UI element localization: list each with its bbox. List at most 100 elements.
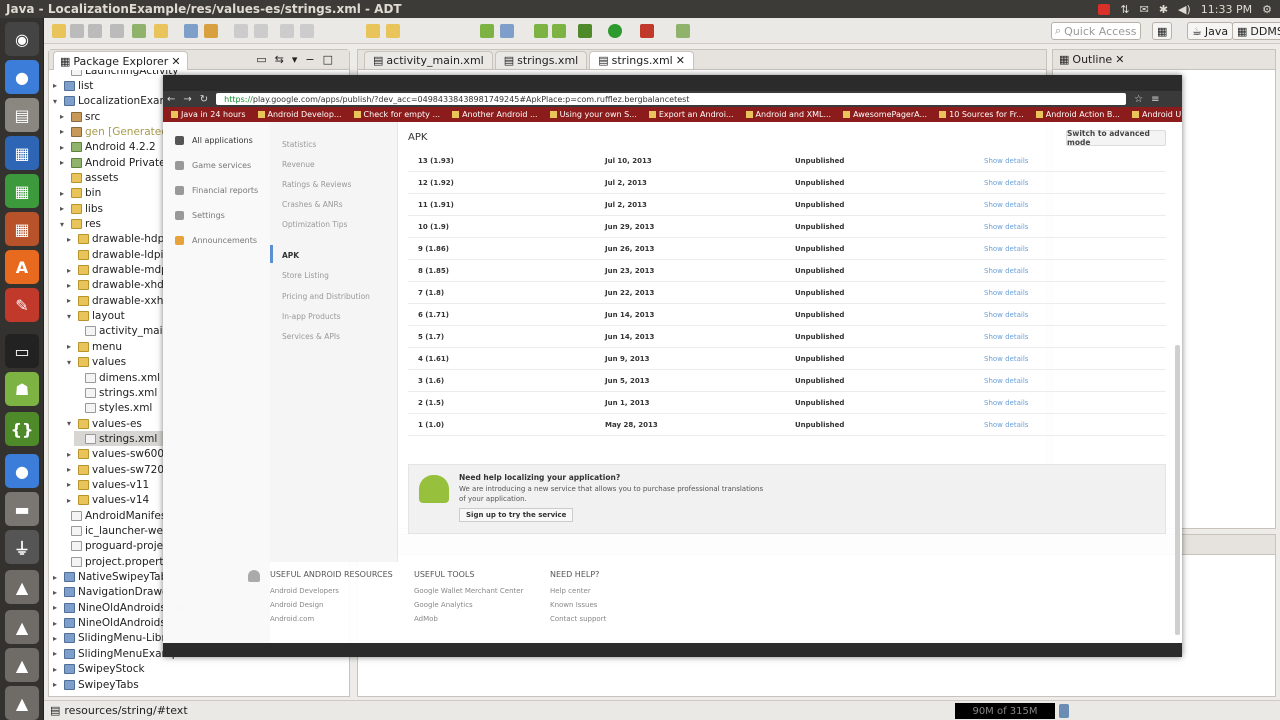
avd-manager-icon[interactable]: [552, 24, 566, 38]
external-tools-icon[interactable]: [640, 24, 654, 38]
tree-item[interactable]: styles.xml: [74, 401, 152, 416]
footer-link[interactable]: AdMob: [414, 615, 523, 623]
twisty-icon[interactable]: ▸: [67, 465, 75, 474]
tree-item[interactable]: LaunchingActivity: [60, 70, 179, 78]
twisty-icon[interactable]: ▾: [53, 97, 61, 106]
perspective-ddms[interactable]: ▦ DDMS: [1232, 22, 1280, 40]
bookmark-item[interactable]: AwesomePagerA...: [843, 110, 927, 119]
footer-link[interactable]: Known Issues: [550, 601, 606, 609]
clock[interactable]: 11:33 PM: [1201, 3, 1252, 16]
show-details-link[interactable]: Show details: [984, 245, 1028, 253]
tree-item[interactable]: ▸ NativeSwipeyTab: [53, 570, 167, 585]
bookmark-item[interactable]: Export an Androi...: [649, 110, 734, 119]
section-nav-item[interactable]: Services & APIs: [282, 332, 340, 341]
open-perspective-button[interactable]: ▦: [1152, 22, 1173, 40]
tree-item[interactable]: strings.xml: [74, 385, 157, 400]
tree-item[interactable]: ▾ res: [60, 217, 101, 232]
section-nav-item[interactable]: Ratings & Reviews: [282, 180, 351, 189]
sdk-manager-icon[interactable]: [534, 24, 548, 38]
twisty-icon[interactable]: ▸: [53, 588, 61, 597]
footer-link[interactable]: Google Analytics: [414, 601, 523, 609]
braces-icon[interactable]: {}: [5, 412, 39, 446]
show-details-link[interactable]: Show details: [984, 179, 1028, 187]
bookmark-item[interactable]: Check for empty ...: [354, 110, 441, 119]
tree-item[interactable]: ▾ values-es: [67, 416, 142, 431]
forward-icon[interactable]: →: [183, 94, 191, 105]
reload-icon[interactable]: ↻: [200, 94, 208, 105]
footer-link[interactable]: Android Design: [270, 601, 393, 609]
twisty-icon[interactable]: ▸: [53, 680, 61, 689]
tree-item[interactable]: ▸ NavigationDrawer: [53, 585, 173, 600]
twisty-icon[interactable]: ▸: [67, 296, 75, 305]
nav-all-applications[interactable]: All applications: [175, 136, 253, 145]
bookmark-item[interactable]: Another Android ...: [452, 110, 538, 119]
tree-item[interactable]: ▸ menu: [67, 339, 122, 354]
tree-item[interactable]: ▸ drawable-mdpi: [67, 263, 171, 278]
show-details-link[interactable]: Show details: [984, 421, 1028, 429]
sign-up-button[interactable]: Sign up to try the service: [459, 508, 574, 522]
tree-item[interactable]: assets: [60, 170, 118, 185]
section-nav-item[interactable]: Statistics: [282, 140, 316, 149]
tree-item[interactable]: dimens.xml: [74, 370, 160, 385]
scrollbar[interactable]: [1175, 345, 1180, 635]
twisty-icon[interactable]: ▸: [53, 573, 61, 582]
twisty-icon[interactable]: ▸: [53, 665, 61, 674]
bookmark-item[interactable]: Android UI Patter...: [1132, 110, 1182, 119]
back-icon[interactable]: ←: [167, 94, 175, 105]
nav-announcements[interactable]: Announcements: [175, 236, 257, 245]
twisty-icon[interactable]: ▾: [60, 220, 68, 229]
perspective-java[interactable]: ☕ Java: [1187, 22, 1234, 40]
lint-icon[interactable]: [676, 24, 690, 38]
network-icon[interactable]: ⇅: [1120, 3, 1129, 16]
editor-tab[interactable]: ▤ strings.xml: [494, 51, 588, 69]
tree-item[interactable]: ▸ list: [53, 78, 93, 93]
tree-item[interactable]: ▸ values-v11: [67, 477, 149, 492]
save-icon[interactable]: [70, 24, 84, 38]
section-nav-item[interactable]: Crashes & ANRs: [282, 200, 343, 209]
tree-item[interactable]: ▸ src: [60, 109, 100, 124]
twisty-icon[interactable]: ▸: [53, 603, 61, 612]
checkbox-icon[interactable]: [132, 24, 146, 38]
twisty-icon[interactable]: ▸: [67, 480, 75, 489]
bookmark-item[interactable]: Using your own S...: [550, 110, 637, 119]
wand-icon[interactable]: [154, 24, 168, 38]
android-icon[interactable]: ☗: [5, 372, 39, 406]
twisty-icon[interactable]: ▾: [67, 312, 75, 321]
menu-icon[interactable]: ≡: [1151, 94, 1159, 105]
device-icon-3[interactable]: ▲: [5, 648, 39, 682]
twisty-icon[interactable]: ▸: [60, 189, 68, 198]
indicator-icon[interactable]: [1098, 3, 1111, 15]
tree-item[interactable]: project.properties: [60, 554, 178, 569]
tree-item[interactable]: ▸ SwipeyStock: [53, 662, 145, 677]
twisty-icon[interactable]: ▸: [67, 281, 75, 290]
files-icon[interactable]: ▤: [5, 98, 39, 132]
chrome-icon[interactable]: ●: [5, 454, 39, 488]
new-icon[interactable]: [52, 24, 66, 38]
twisty-icon[interactable]: ▸: [67, 342, 75, 351]
refresh-icon[interactable]: [480, 24, 494, 38]
twisty-icon[interactable]: ▸: [67, 235, 75, 244]
calc-icon[interactable]: ▦: [5, 174, 39, 208]
show-details-link[interactable]: Show details: [984, 311, 1028, 319]
annotation-icon[interactable]: [280, 24, 294, 38]
section-nav-item[interactable]: In-app Products: [282, 312, 341, 321]
tree-item[interactable]: drawable-ldpi: [67, 247, 163, 262]
switch-advanced-button[interactable]: Switch to advanced mode: [1066, 129, 1166, 147]
twisty-icon[interactable]: ▸: [60, 112, 68, 121]
show-details-link[interactable]: Show details: [984, 201, 1028, 209]
twisty-icon[interactable]: ▸: [53, 634, 61, 643]
tree-item[interactable]: ▾ layout: [67, 309, 125, 324]
settings-icon[interactable]: ✎: [5, 288, 39, 322]
tree-item[interactable]: ▾ values: [67, 355, 126, 370]
usb-icon[interactable]: ⏚: [5, 530, 39, 564]
bookmark-item[interactable]: Android Action B...: [1036, 110, 1120, 119]
editor-tab[interactable]: ▤ strings.xml ✕: [589, 51, 694, 69]
twisty-icon[interactable]: ▸: [67, 266, 75, 275]
twisty-icon[interactable]: ▸: [60, 204, 68, 213]
software-center-icon[interactable]: A: [5, 250, 39, 284]
impress-icon[interactable]: ▦: [5, 212, 39, 246]
open-type-icon[interactable]: [184, 24, 198, 38]
nav-icon[interactable]: [234, 24, 248, 38]
tree-item[interactable]: ▸ drawable-xhdpi: [67, 278, 173, 293]
twisty-icon[interactable]: ▸: [67, 450, 75, 459]
